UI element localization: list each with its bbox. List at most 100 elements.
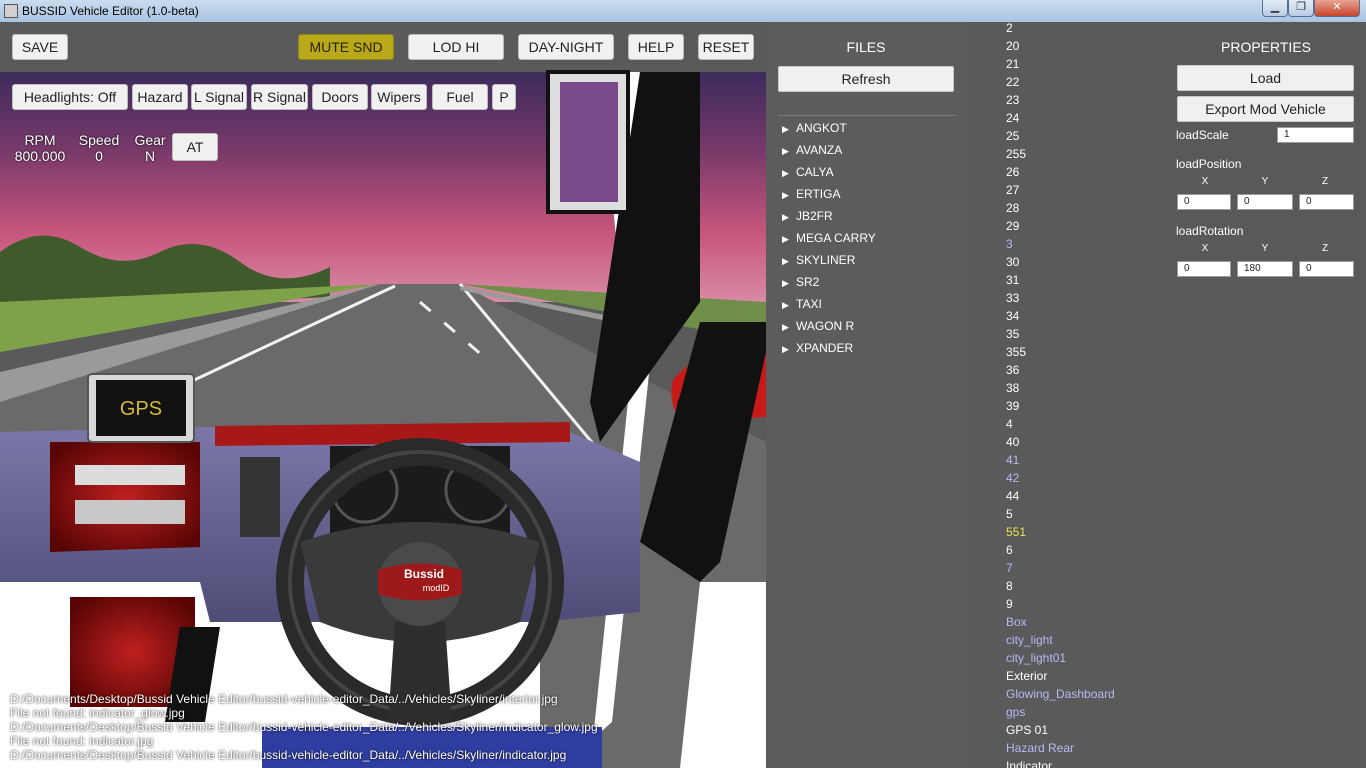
part-item[interactable]: 551: [1006, 525, 1026, 539]
fuel-button[interactable]: Fuel: [432, 84, 488, 110]
part-item[interactable]: 36: [1006, 363, 1019, 377]
save-button[interactable]: SAVE: [12, 34, 68, 60]
part-item[interactable]: 20: [1006, 39, 1019, 53]
left-signal-button[interactable]: L Signal: [191, 84, 247, 110]
file-item[interactable]: ▶ WAGON R: [782, 319, 854, 333]
part-item[interactable]: Indicator: [1006, 759, 1052, 768]
file-item[interactable]: ▶ AVANZA: [782, 143, 842, 157]
part-item[interactable]: GPS 01: [1006, 723, 1048, 737]
file-item[interactable]: ▶ TAXI: [782, 297, 822, 311]
part-item[interactable]: Box: [1006, 615, 1027, 629]
expand-arrow-icon[interactable]: ▶: [782, 322, 796, 333]
part-item[interactable]: Exterior: [1006, 669, 1047, 683]
part-item[interactable]: city_light: [1006, 633, 1053, 647]
minimize-button[interactable]: ▁: [1262, 0, 1288, 17]
park-button[interactable]: P: [492, 84, 516, 110]
part-item[interactable]: 26: [1006, 165, 1019, 179]
rotation-y-input[interactable]: 180: [1237, 261, 1293, 277]
file-item[interactable]: ▶ JB2FR: [782, 209, 833, 223]
part-item[interactable]: 22: [1006, 75, 1019, 89]
mute-sound-button[interactable]: MUTE SND: [298, 34, 394, 60]
part-item[interactable]: Hazard Rear: [1006, 741, 1074, 755]
gear-gauge: Gear N: [130, 132, 170, 164]
wipers-button[interactable]: Wipers: [371, 84, 427, 110]
files-divider: [778, 115, 956, 116]
load-rotation-label: loadRotation: [1176, 224, 1244, 238]
rotation-x-input[interactable]: 0: [1177, 261, 1231, 277]
part-item[interactable]: 27: [1006, 183, 1019, 197]
export-mod-vehicle-button[interactable]: Export Mod Vehicle: [1177, 96, 1354, 122]
expand-arrow-icon[interactable]: ▶: [782, 300, 796, 311]
reset-button[interactable]: RESET: [698, 34, 754, 60]
hazard-button[interactable]: Hazard: [132, 84, 188, 110]
load-button[interactable]: Load: [1177, 65, 1354, 91]
expand-arrow-icon[interactable]: ▶: [782, 146, 796, 157]
position-y-input[interactable]: 0: [1237, 194, 1293, 210]
part-item[interactable]: 41: [1006, 453, 1019, 467]
file-item-label: SKYLINER: [796, 253, 856, 267]
transmission-toggle[interactable]: AT: [172, 133, 218, 161]
position-z-input[interactable]: 0: [1299, 194, 1354, 210]
expand-arrow-icon[interactable]: ▶: [782, 124, 796, 135]
part-item[interactable]: 40: [1006, 435, 1019, 449]
file-item[interactable]: ▶ ANGKOT: [782, 121, 847, 135]
lod-hi-button[interactable]: LOD HI: [408, 34, 504, 60]
part-item[interactable]: 31: [1006, 273, 1019, 287]
file-item[interactable]: ▶ XPANDER: [782, 341, 853, 355]
parts-list[interactable]: 2 20 21 22 23 24 25 255 26 27 28 29 3 30 31 33 34 35 355 36…: [966, 22, 1166, 768]
expand-arrow-icon[interactable]: ▶: [782, 278, 796, 289]
load-scale-input[interactable]: 1: [1277, 127, 1354, 143]
part-item[interactable]: 2: [1006, 22, 1013, 35]
rotation-z-input[interactable]: 0: [1299, 261, 1354, 277]
file-item[interactable]: ▶ MEGA CARRY: [782, 231, 876, 245]
headlights-button[interactable]: Headlights: Off: [12, 84, 128, 110]
part-item[interactable]: 29: [1006, 219, 1019, 233]
part-item[interactable]: 35: [1006, 327, 1019, 341]
part-item[interactable]: 44: [1006, 489, 1019, 503]
close-button[interactable]: ✕: [1314, 0, 1360, 17]
part-item[interactable]: 39: [1006, 399, 1019, 413]
scene-viewport[interactable]: GPS Bussid modID SAVE MUTE SND LOD HI DA…: [0, 22, 766, 768]
part-item[interactable]: 25: [1006, 129, 1019, 143]
position-x-input[interactable]: 0: [1177, 194, 1231, 210]
file-item[interactable]: ▶ ERTIGA: [782, 187, 840, 201]
part-item[interactable]: 34: [1006, 309, 1019, 323]
part-item[interactable]: 24: [1006, 111, 1019, 125]
expand-arrow-icon[interactable]: ▶: [782, 256, 796, 267]
doors-button[interactable]: Doors: [312, 84, 368, 110]
part-item[interactable]: 33: [1006, 291, 1019, 305]
part-item[interactable]: 30: [1006, 255, 1019, 269]
part-item[interactable]: 7: [1006, 561, 1013, 575]
file-item[interactable]: ▶ SKYLINER: [782, 253, 855, 267]
file-item-label: WAGON R: [796, 319, 855, 333]
maximize-button[interactable]: ❐: [1288, 0, 1314, 17]
part-item[interactable]: 23: [1006, 93, 1019, 107]
right-signal-button[interactable]: R Signal: [251, 84, 308, 110]
rpm-value: 800.000: [14, 148, 66, 164]
day-night-button[interactable]: DAY-NIGHT: [518, 34, 614, 60]
part-item[interactable]: 38: [1006, 381, 1019, 395]
part-item[interactable]: 21: [1006, 57, 1019, 71]
expand-arrow-icon[interactable]: ▶: [782, 212, 796, 223]
expand-arrow-icon[interactable]: ▶: [782, 234, 796, 245]
file-item[interactable]: ▶ CALYA: [782, 165, 834, 179]
part-item[interactable]: 42: [1006, 471, 1019, 485]
part-item[interactable]: 355: [1006, 345, 1026, 359]
part-item[interactable]: 255: [1006, 147, 1026, 161]
help-button[interactable]: HELP: [628, 34, 684, 60]
file-item[interactable]: ▶ SR2: [782, 275, 819, 289]
expand-arrow-icon[interactable]: ▶: [782, 190, 796, 201]
part-item[interactable]: 28: [1006, 201, 1019, 215]
part-item[interactable]: city_light01: [1006, 651, 1066, 665]
part-item[interactable]: 6: [1006, 543, 1013, 557]
part-item[interactable]: 8: [1006, 579, 1013, 593]
refresh-button[interactable]: Refresh: [778, 66, 954, 92]
expand-arrow-icon[interactable]: ▶: [782, 344, 796, 355]
part-item[interactable]: 4: [1006, 417, 1013, 431]
part-item[interactable]: gps: [1006, 705, 1025, 719]
part-item[interactable]: 5: [1006, 507, 1013, 521]
part-item[interactable]: 9: [1006, 597, 1013, 611]
part-item[interactable]: 3: [1006, 237, 1013, 251]
expand-arrow-icon[interactable]: ▶: [782, 168, 796, 179]
part-item[interactable]: Glowing_Dashboard: [1006, 687, 1115, 701]
